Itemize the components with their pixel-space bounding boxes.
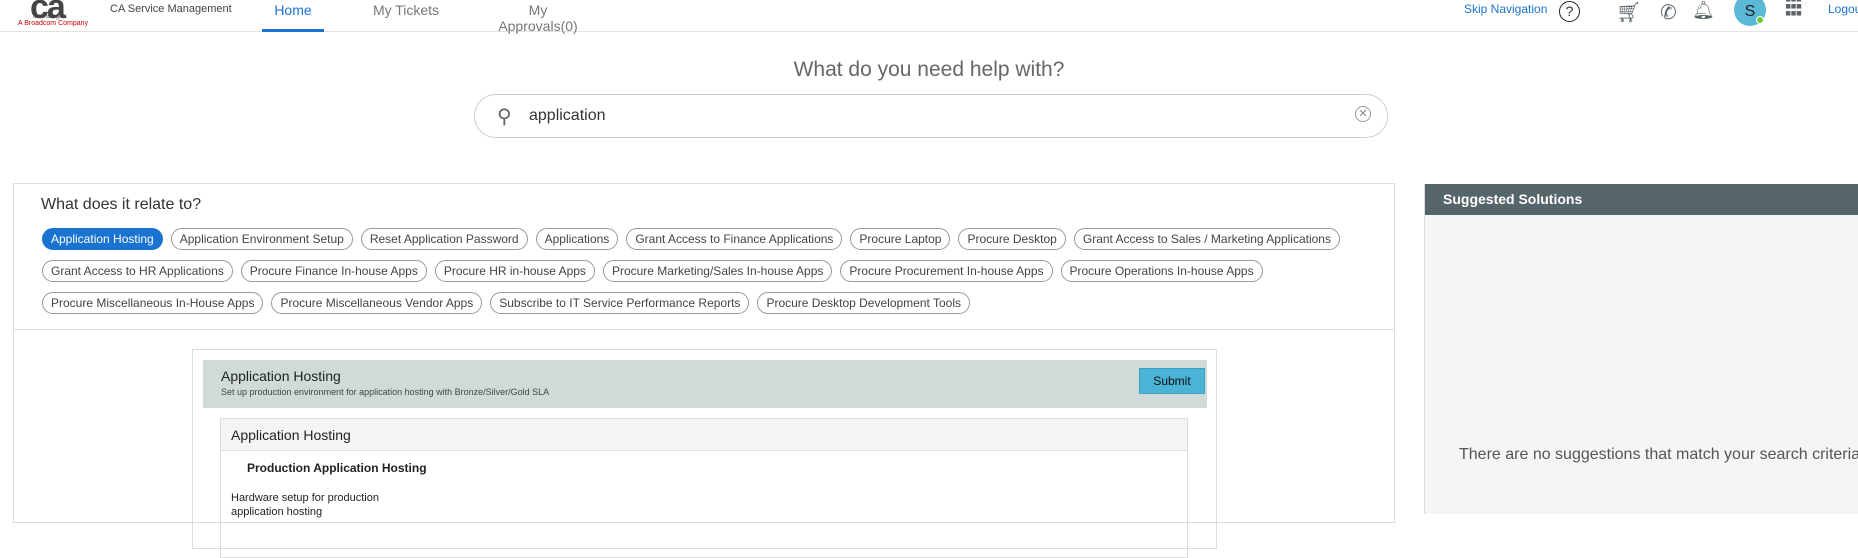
form-description: Set up production environment for applic… bbox=[221, 387, 550, 397]
suggested-solutions-panel: Suggested Solutions There are no suggest… bbox=[1424, 184, 1858, 514]
category-chip[interactable]: Procure HR in-house Apps bbox=[434, 260, 595, 282]
category-chip[interactable]: Application Environment Setup bbox=[170, 228, 353, 250]
category-chip[interactable]: Procure Miscellaneous In-House Apps bbox=[42, 292, 264, 314]
form-section: Application Hosting Production Applicati… bbox=[220, 418, 1188, 558]
submit-button[interactable]: Submit bbox=[1139, 368, 1205, 394]
skip-navigation-link[interactable]: Skip Navigation bbox=[1464, 2, 1547, 16]
tab-my-tickets[interactable]: My Tickets bbox=[370, 0, 442, 32]
form-title: Application Hosting bbox=[221, 368, 341, 384]
phone-icon[interactable]: ✆ bbox=[1660, 0, 1677, 25]
category-chip[interactable]: Subscribe to IT Service Performance Repo… bbox=[490, 292, 750, 314]
request-form: Application Hosting Set up production en… bbox=[192, 349, 1217, 558]
apps-grid-icon[interactable]: ▪▪▪▪▪▪▪▪▪ bbox=[1785, 0, 1805, 22]
section-text: Hardware setup for production applicatio… bbox=[231, 492, 379, 518]
no-suggestions-message: There are no suggestions that match your… bbox=[1459, 446, 1858, 463]
cart-icon[interactable]: 🛒︎ bbox=[1616, 0, 1641, 25]
search-value[interactable]: application bbox=[529, 107, 606, 125]
category-chip[interactable]: Procure Finance In-house Apps bbox=[240, 260, 427, 282]
search-title: What do you need help with? bbox=[793, 58, 1065, 81]
app-name: CA Service Management bbox=[110, 3, 232, 15]
search-input[interactable]: ⚲ application ✕ bbox=[474, 94, 1388, 138]
relate-panel: What does it relate to? Application Host… bbox=[13, 183, 1395, 558]
online-status-dot bbox=[1756, 16, 1764, 24]
search-icon: ⚲ bbox=[497, 106, 512, 128]
tab-home[interactable]: Home bbox=[262, 0, 324, 32]
category-chip[interactable]: Procure Laptop bbox=[850, 228, 951, 250]
logo-broadcom: A Broadcom Company bbox=[18, 20, 89, 27]
category-chip[interactable]: Procure Desktop bbox=[958, 228, 1066, 250]
category-chip[interactable]: Procure Operations In-house Apps bbox=[1060, 260, 1263, 282]
category-chip[interactable]: Application Hosting bbox=[42, 228, 163, 250]
category-chip[interactable]: Grant Access to Finance Applications bbox=[626, 228, 843, 250]
category-chips: Application Hosting Application Environme… bbox=[42, 228, 1382, 314]
divider bbox=[14, 329, 1394, 330]
category-chip[interactable]: Procure Miscellaneous Vendor Apps bbox=[271, 292, 483, 314]
bell-icon[interactable]: 🔔︎ bbox=[1692, 0, 1715, 21]
suggested-solutions-title: Suggested Solutions bbox=[1425, 184, 1858, 215]
tab-my-approvals[interactable]: My Approvals(0) bbox=[490, 0, 586, 34]
category-chip[interactable]: Reset Application Password bbox=[360, 228, 528, 250]
top-header: ca technologies A Broadcom Company CA Se… bbox=[0, 0, 1858, 34]
category-chip[interactable]: Applications bbox=[535, 228, 619, 250]
clear-search-icon[interactable]: ✕ bbox=[1355, 106, 1371, 122]
category-chip[interactable]: Grant Access to HR Applications bbox=[42, 260, 233, 282]
category-chip[interactable]: Grant Access to Sales / Marketing Applic… bbox=[1073, 228, 1340, 250]
category-chip[interactable]: Procure Desktop Development Tools bbox=[757, 292, 970, 314]
relate-heading: What does it relate to? bbox=[41, 196, 202, 213]
help-icon[interactable]: ? bbox=[1559, 1, 1580, 22]
form-header: Application Hosting Set up production en… bbox=[203, 360, 1207, 408]
logout-link[interactable]: Logout bbox=[1828, 2, 1858, 16]
category-chip[interactable]: Procure Procurement In-house Apps bbox=[840, 260, 1053, 282]
section-title: Application Hosting bbox=[221, 419, 1187, 451]
category-chip[interactable]: Procure Marketing/Sales In-house Apps bbox=[602, 260, 833, 282]
section-subheading: Production Application Hosting bbox=[247, 461, 427, 475]
